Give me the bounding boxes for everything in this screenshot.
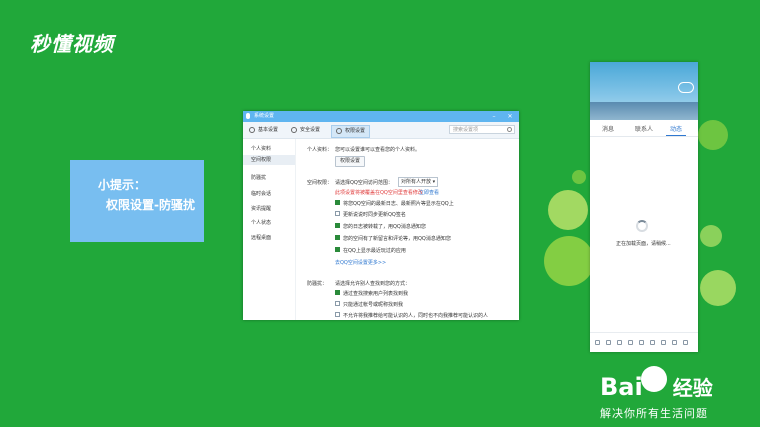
checkbox[interactable] [335, 200, 340, 205]
tip-title: 小提示： [98, 178, 147, 192]
window-title: 系统设置 [254, 113, 275, 119]
space-option-row[interactable]: 将您QQ空间的最新日志、最新照片等显示在QQ上 [335, 200, 454, 207]
sidebar-item-profile[interactable]: 个人资料 [251, 145, 271, 152]
deco-circle [572, 170, 586, 184]
more-space-settings-link[interactable]: 去QQ空间设置更多>> [335, 259, 386, 266]
tool-icon[interactable] [639, 340, 644, 345]
panel-tabs: 消息 联系人 动态 [590, 120, 698, 137]
anti-prompt: 请选择允许别人查找到您的方式： [335, 281, 411, 287]
loading-text: 正在加载页面，请稍候... [616, 241, 671, 247]
sidebar-item-space[interactable]: 空间权限 [243, 155, 295, 165]
checkbox[interactable] [335, 211, 340, 216]
qq-main-panel: 消息 联系人 动态 正在加载页面，请稍候... [590, 62, 698, 352]
sidebar-item-news[interactable]: 资讯提醒 [251, 205, 271, 212]
space-access-select[interactable]: 对所有人开放 ▾ [398, 177, 439, 187]
search-icon [507, 127, 512, 132]
settings-tabs: 基本设置 安全设置 权限设置 搜索设置项 [243, 122, 519, 139]
space-label: 空间权限： [307, 180, 333, 186]
checkbox[interactable] [335, 247, 340, 252]
deco-circle [700, 225, 722, 247]
checkbox[interactable] [335, 235, 340, 240]
deco-circle [700, 270, 736, 306]
gear-icon [249, 126, 255, 133]
tool-icon[interactable] [617, 340, 622, 345]
permission-settings-button[interactable]: 权限设置 [335, 156, 366, 167]
baidu-paw-icon [641, 366, 667, 392]
lock-icon [336, 127, 342, 134]
menu-icon[interactable] [595, 340, 600, 345]
anti-label: 防骚扰： [307, 281, 328, 287]
weather-cloud-icon [678, 82, 694, 93]
checkbox[interactable] [335, 312, 340, 317]
tab-permission[interactable]: 权限设置 [331, 125, 371, 138]
settings-window: 系统设置 – ✕ 基本设置 安全设置 权限设置 搜索设置项 个人资料 空间权限 … [243, 111, 519, 320]
anti-option-row[interactable]: 不允许将我推荐给可能认识的人，同时也不向我推荐可能认识的人 [335, 312, 488, 319]
personal-label: 个人资料： [307, 147, 333, 153]
video-logo: 秒懂视频 [30, 32, 114, 56]
sidebar-item-status[interactable]: 个人状态 [251, 219, 271, 226]
minimize-icon[interactable]: – [489, 111, 499, 122]
tool-icon[interactable] [683, 340, 688, 345]
sidebar-item-anti[interactable]: 防骚扰 [251, 174, 266, 181]
space-warning: 此项设置将被覆盖在QQ空间里查看修改 [335, 190, 423, 196]
tip-body: 权限设置-防骚扰 [106, 198, 195, 212]
view-now-link[interactable]: 立即查看 [419, 189, 439, 196]
tool-icon[interactable] [650, 340, 655, 345]
deco-circle [548, 190, 588, 230]
space-option-row[interactable]: 您的空间有了新留言和评论等，用QQ消息通知您 [335, 235, 451, 242]
personal-desc: 您可以设置谁可以查看您的个人资料。 [335, 147, 421, 153]
loading-spinner-icon [636, 220, 648, 232]
space-option-row[interactable]: 在QQ上显示最近玩过的应用 [335, 247, 406, 254]
tab-basic[interactable]: 基本设置 [249, 125, 278, 136]
baidu-slogan: 解决你所有生活问题 [600, 407, 708, 420]
anti-option-row[interactable]: 通过查找搜索用户列表找到我 [335, 290, 408, 297]
tip-box: 小提示： 权限设置-防骚扰 [70, 160, 204, 242]
sidebar-item-remote[interactable]: 远程桌面 [251, 234, 271, 241]
deco-circle [698, 120, 728, 150]
space-option-row[interactable]: 您的日志被转载了，用QQ消息通知您 [335, 223, 426, 230]
tab-security[interactable]: 安全设置 [291, 125, 320, 136]
banner-landscape [590, 102, 698, 120]
active-tab-indicator [666, 135, 686, 136]
qq-penguin-icon [246, 113, 250, 119]
window-titlebar: 系统设置 – ✕ [243, 111, 519, 122]
tab-feed[interactable]: 动态 [670, 124, 682, 133]
checkbox[interactable] [335, 223, 340, 228]
tool-icon[interactable] [672, 340, 677, 345]
panel-footer-toolbar [590, 332, 698, 352]
settings-sidebar: 个人资料 空间权限 防骚扰 临时会话 资讯提醒 个人状态 远程桌面 [243, 139, 296, 320]
checkbox[interactable] [335, 290, 340, 295]
shield-icon [291, 126, 297, 133]
sidebar-item-chat[interactable]: 临时会话 [251, 190, 271, 197]
space-prompt: 请选择QQ空间访问范围： [335, 180, 393, 186]
tool-icon[interactable] [628, 340, 633, 345]
settings-search-input[interactable]: 搜索设置项 [449, 125, 515, 134]
deco-circle [544, 236, 594, 286]
tab-messages[interactable]: 消息 [602, 124, 614, 133]
settings-content: 个人资料： 您可以设置谁可以查看您的个人资料。 权限设置 空间权限： 请选择QQ… [301, 139, 517, 320]
tab-contacts[interactable]: 联系人 [635, 124, 653, 133]
tool-icon[interactable] [606, 340, 611, 345]
anti-option-row[interactable]: 只能通过帐号或昵称找到我 [335, 301, 403, 308]
space-option-row[interactable]: 更新说说时同步更新QQ签名 [335, 211, 406, 218]
close-icon[interactable]: ✕ [505, 111, 515, 122]
checkbox[interactable] [335, 301, 340, 306]
tool-icon[interactable] [661, 340, 666, 345]
